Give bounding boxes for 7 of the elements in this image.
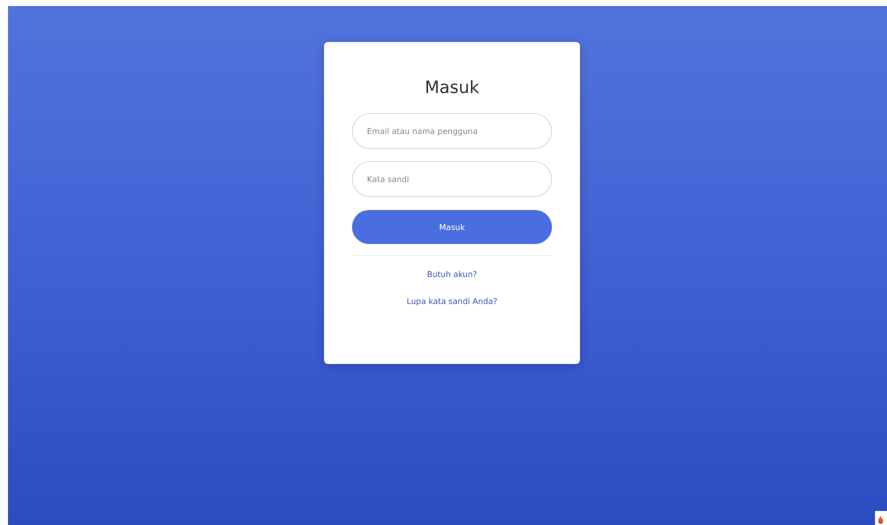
flame-icon: [875, 511, 887, 525]
card-title: Masuk: [424, 78, 480, 98]
text-link[interactable]: Lupa kata sandi Anda?: [406, 297, 498, 306]
text-link[interactable]: Butuh akun?: [426, 270, 478, 279]
login-button[interactable]: Masuk: [352, 210, 552, 244]
input-field[interactable]: Email atau nama pengguna: [352, 113, 552, 149]
input-field[interactable]: Kata sandi: [352, 161, 552, 197]
